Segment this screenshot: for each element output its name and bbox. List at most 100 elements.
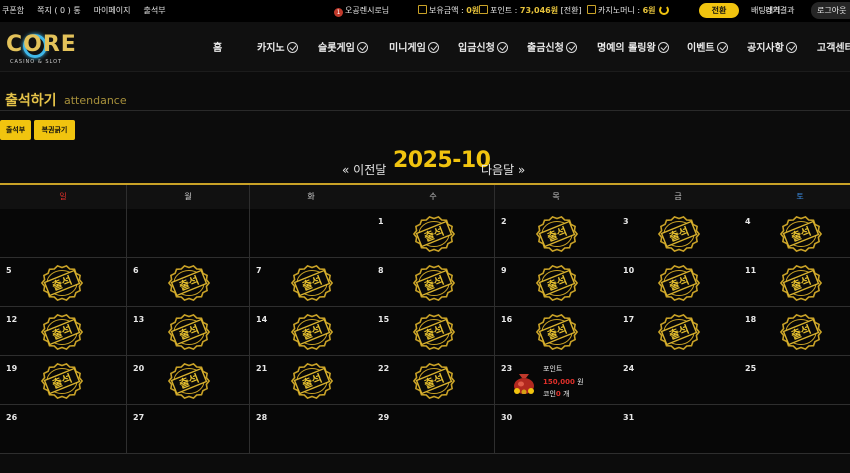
point-convert-link[interactable]: [전환] [561,6,582,15]
day-number: 6 [133,266,139,275]
nav-support[interactable]: 고객센터 [817,39,850,54]
nav-rolling-king-label: 명예의 롤링왕 [597,43,656,54]
money-bag-icon [514,374,534,394]
calendar-day-cell: 29 [372,405,495,454]
nav-home-label: 홈 [213,43,223,54]
calendar-day-cell: 17 출석 [617,307,740,356]
day-number: 12 [6,315,18,324]
username: 오공렌시로님 [345,6,390,15]
attendance-book-button[interactable]: 출석부 [0,120,31,140]
check-circle-icon [356,42,368,53]
site-logo[interactable]: CORE CASINO & SLOT [6,32,84,66]
balance-info: 보유금액 : 0원 [418,5,479,16]
weekday-header: 수 [372,185,495,209]
day-number: 16 [501,315,513,324]
attendance-stamp-icon: 출석 [40,265,84,301]
attendance-stamp-icon: 출석 [40,363,84,399]
calendar-day-cell: 24 [617,356,740,405]
calendar-day-cell: 2 출석 [495,209,618,258]
weekday-header: 월 [127,185,250,209]
day-number: 20 [133,364,145,373]
nav-casino[interactable]: 카지노 [257,39,298,54]
attendance-stamp-icon: 출석 [657,216,701,252]
attendance-stamp-icon: 출석 [412,265,456,301]
calendar-day-cell: 9 출석 [495,258,618,307]
nav-minigame[interactable]: 미니게임 [389,39,439,54]
day-number: 25 [745,364,757,373]
calendar-day-cell: 4 출석 [739,209,850,258]
weekday-header: 토 [739,185,850,209]
day-number: 23 [501,364,513,373]
check-circle-icon [716,42,728,53]
attendance-stamp-icon: 출석 [779,265,823,301]
daily-reward: 포인트 150,000 원 코인0 개 [513,364,613,404]
exchange-button[interactable]: 전환 [699,3,739,18]
attendance-stamp-icon: 출석 [657,265,701,301]
attendance-stamp-icon: 출석 [40,314,84,350]
day-number: 1 [378,217,384,226]
reward-point-label: 포인트 [543,365,563,373]
nav-withdraw[interactable]: 출금신청 [527,39,577,54]
check-circle-icon [565,42,577,53]
check-circle-icon [657,42,669,53]
attendance-stamp-icon: 출석 [535,216,579,252]
day-number: 21 [256,364,268,373]
day-number: 7 [256,266,262,275]
calendar-day-cell: 27 [127,405,250,454]
day-number: 14 [256,315,268,324]
day-number: 31 [623,413,635,422]
day-number: 11 [745,266,757,275]
point-value: 73,046원 [519,6,559,15]
attendance-stamp-icon: 출석 [779,216,823,252]
reward-coin: 코인0 개 [543,389,569,399]
scratch-lottery-button[interactable]: 복권긁기 [34,120,75,140]
casino-money-value: 6원 [642,6,656,15]
check-circle-icon [427,42,439,53]
calendar-day-cell: 5 출석 [0,258,127,307]
attendance-stamp-icon: 출석 [657,314,701,350]
calendar-day-cell: 19 출석 [0,356,127,405]
attendance-stamp-icon: 출석 [412,363,456,399]
nav-deposit[interactable]: 입금신청 [458,39,508,54]
casino-money-label: 카지노머니 : [598,6,641,15]
prev-month-link[interactable]: « 이전달 [342,161,386,178]
reward-amount-unit: 원 [574,378,584,386]
next-month-link[interactable]: 다음달 » [481,161,525,178]
calendar-empty-cell [0,209,127,258]
coupon-link[interactable]: 쿠폰함 [2,5,24,16]
calendar-day-cell: 3 출석 [617,209,740,258]
messages-link[interactable]: 쪽지 ( 0 ) 통 [37,5,81,16]
top-links: 쿠폰함 쪽지 ( 0 ) 통 마이페이지 출석부 [2,5,179,16]
calendar-day-cell: 6 출석 [127,258,250,307]
nav-withdraw-label: 출금신청 [527,43,564,54]
day-number: 5 [6,266,12,275]
calendar-day-cell: 15 출석 [372,307,495,356]
title-divider [0,110,850,111]
refresh-icon[interactable] [658,5,669,15]
day-number: 17 [623,315,635,324]
weekday-header: 목 [495,185,618,209]
day-number: 13 [133,315,145,324]
mypage-link[interactable]: 마이페이지 [94,5,131,16]
point-info: 포인트 : 73,046원 [전환] [479,5,582,16]
day-number: 4 [745,217,751,226]
nav-slot[interactable]: 슬롯게임 [318,39,368,54]
check-circle-icon [785,42,797,53]
calendar-day-cell: 22 출석 [372,356,495,405]
nav-notice[interactable]: 공지사항 [747,39,797,54]
attendance-link[interactable]: 출석부 [144,5,166,16]
attendance-stamp-icon: 출석 [167,363,211,399]
nav-event[interactable]: 이벤트 [687,39,728,54]
logout-button[interactable]: 로그아웃 [811,2,850,19]
day-number: 24 [623,364,635,373]
match-results-link[interactable]: 경기결과 [765,5,794,16]
attendance-stamp-icon: 출석 [290,363,334,399]
point-label: 포인트 : [490,6,518,15]
calendar-day-cell: 25 [739,356,850,405]
wallet-icon [418,5,427,14]
day-number: 8 [378,266,384,275]
nav-event-label: 이벤트 [687,43,715,54]
nav-rolling-king[interactable]: 명예의 롤링왕 [597,39,669,54]
nav-home[interactable]: 홈 [213,39,222,54]
nav-minigame-label: 미니게임 [389,43,426,54]
